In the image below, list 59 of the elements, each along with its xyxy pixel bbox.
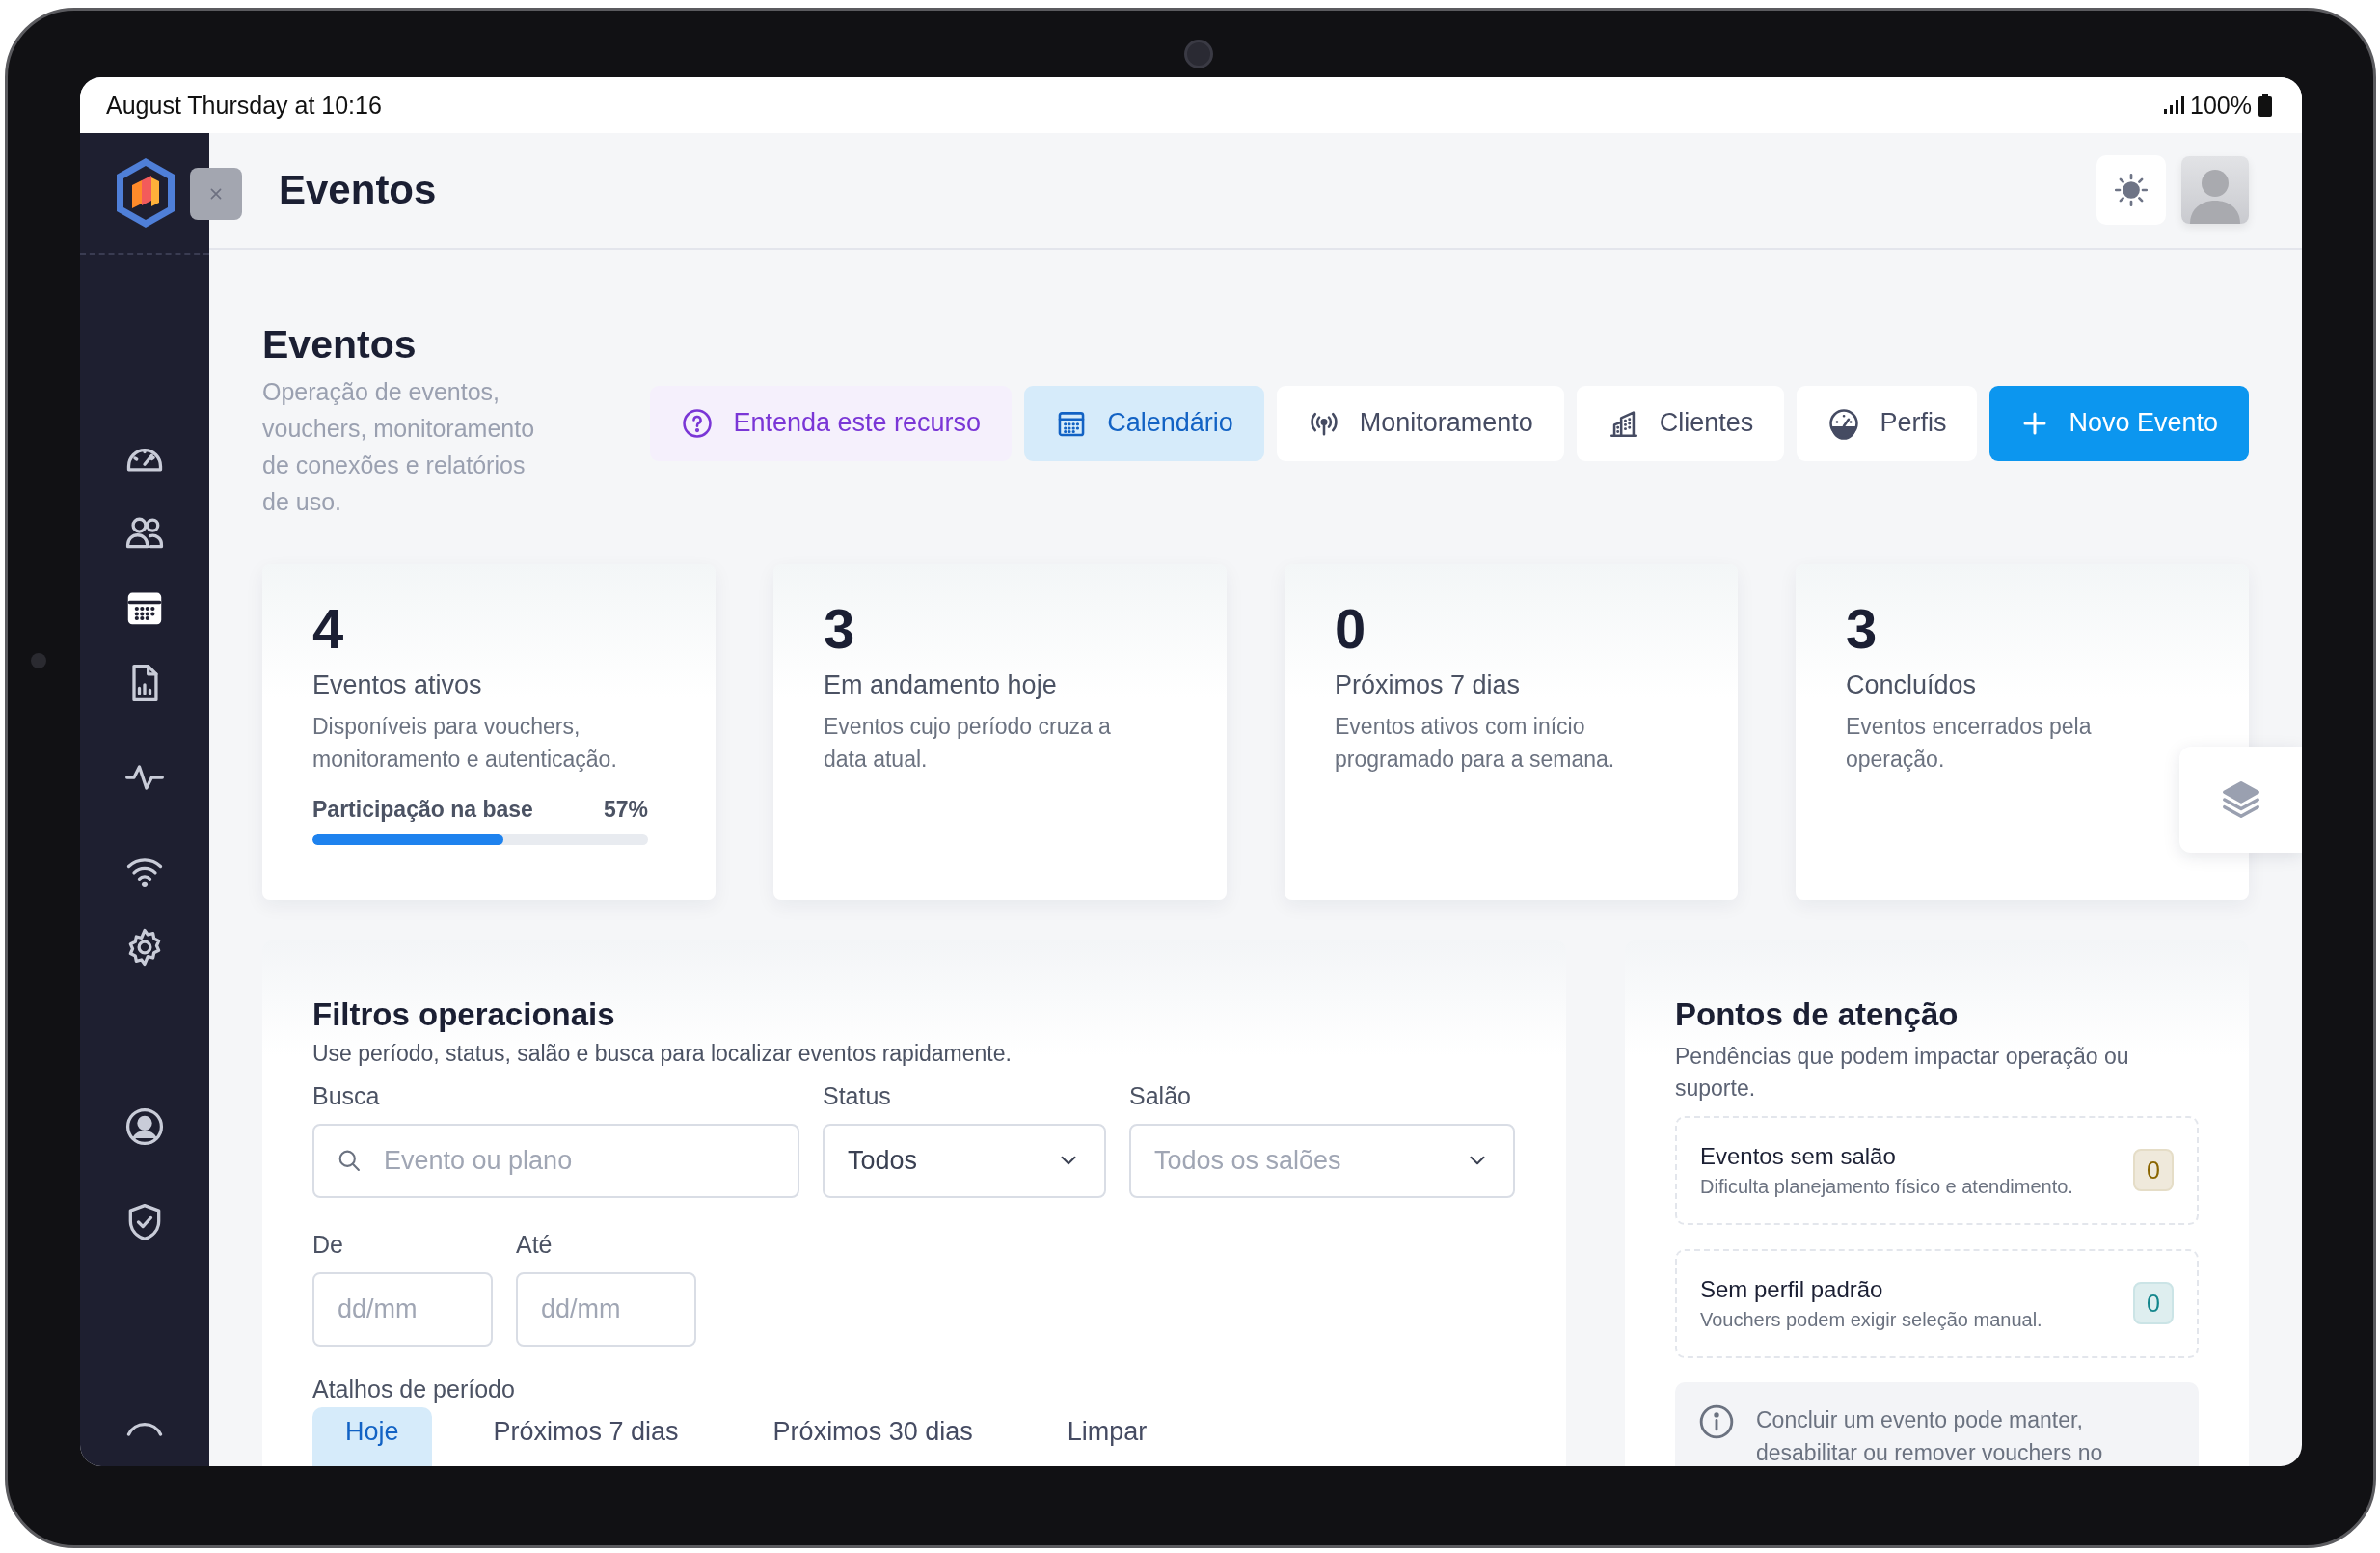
page-title: Eventos — [262, 321, 418, 368]
stat-value: 4 — [312, 600, 344, 657]
count-badge: 0 — [2133, 1149, 2174, 1192]
view-button[interactable]: Calendário — [1024, 385, 1264, 461]
period-chip[interactable]: Próximos 30 dias — [740, 1406, 1006, 1466]
date-field[interactable]: dd/mm — [516, 1271, 696, 1347]
select-field[interactable]: Todos — [823, 1123, 1106, 1198]
help-link[interactable]: Entenda este recurso — [650, 385, 1013, 461]
period-chip[interactable]: Hoje — [312, 1406, 432, 1466]
progress-label: Participação na base — [312, 796, 533, 823]
panel-subtitle: Use período, status, salão e busca para localizar eventos rapidamente. — [312, 1040, 1013, 1067]
item-description: Vouchers podem exigir seleção manual. — [1700, 1308, 2042, 1331]
stat-value: 0 — [1335, 600, 1366, 657]
date-field[interactable]: dd/mm — [312, 1271, 493, 1347]
field-label: De — [312, 1230, 344, 1259]
view-button[interactable]: Monitoramento — [1276, 385, 1564, 461]
help-icon — [681, 406, 715, 440]
camera-lens — [1184, 40, 1213, 68]
stat-label: Próximos 7 dias — [1335, 669, 1522, 700]
stat-value: 3 — [824, 600, 855, 657]
gauge-icon — [1827, 406, 1861, 440]
info-icon — [1698, 1403, 1735, 1440]
panel-subtitle: Pendências que podem impactar operação ou suporte. — [1675, 1042, 2130, 1103]
section-label: Atalhos de período — [312, 1375, 516, 1403]
stat-label: Concluídos — [1846, 669, 1978, 700]
panel-title: Pontos de atenção — [1675, 995, 1960, 1033]
signal-icon — [2163, 95, 2185, 115]
page-header-title: Eventos — [279, 167, 438, 214]
period-chip[interactable]: Próximos 7 dias — [460, 1406, 712, 1466]
stat-description: Eventos cujo período cruza a data atual. — [824, 712, 1112, 774]
stat-description: Disponíveis para vouchers, monitoramento e autenticação. — [312, 712, 618, 774]
stat-description: Eventos encerrados pela operação. — [1846, 712, 2093, 774]
field-label: Busca — [312, 1081, 381, 1110]
item-title: Sem perfil padrão — [1700, 1275, 1884, 1303]
item-title: Eventos sem salão — [1700, 1142, 1897, 1170]
battery-icon — [2258, 94, 2273, 117]
period-chip[interactable]: Limpar — [1034, 1406, 1180, 1466]
stat-description: Eventos ativos com início programado para a semana. — [1335, 712, 1616, 774]
status-time: August Thursday at 10:16 — [106, 91, 382, 120]
page-description: Operação de eventos, vouchers, monitoramento de conexões e relatórios de uso. — [262, 376, 536, 517]
battery-level: 100% — [2190, 91, 2252, 120]
sun-icon — [2114, 173, 2149, 208]
view-button[interactable]: Clientes — [1576, 385, 1785, 461]
note-text: Concluir um evento pode manter, desabilitar ou remover vouchers no — [1756, 1405, 2104, 1466]
stat-label: Em andamento hoje — [824, 669, 1058, 700]
progress-reading: 57% — [603, 796, 648, 823]
count-badge: 0 — [2133, 1282, 2174, 1325]
stat-value: 3 — [1846, 600, 1878, 657]
sensor-dot — [31, 653, 46, 668]
field-label: Salão — [1129, 1081, 1192, 1110]
field-label: Status — [823, 1081, 892, 1110]
layers-button[interactable] — [2179, 747, 2302, 853]
field-label: Até — [516, 1230, 554, 1259]
stat-label: Eventos ativos — [312, 669, 483, 700]
view-button[interactable]: Perfis — [1797, 385, 1978, 461]
theme-button[interactable] — [2096, 155, 2166, 226]
search-field[interactable]: Evento ou plano — [312, 1123, 799, 1198]
item-description: Dificulta planejamento físico e atendimento. — [1700, 1175, 2073, 1198]
panel-title: Filtros operacionais — [312, 995, 616, 1033]
